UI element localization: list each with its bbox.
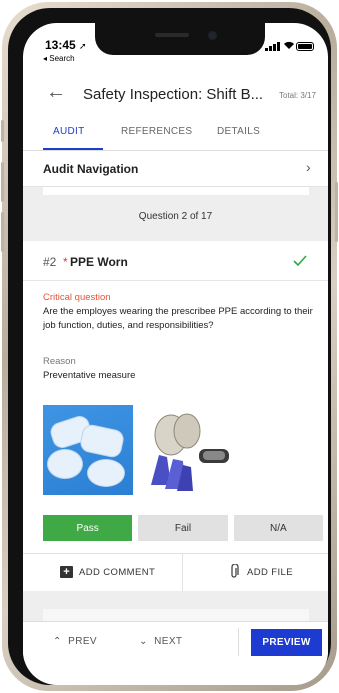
question-header: #2 * PPE Worn — [23, 241, 328, 281]
bottom-navigation: ⌃ PREV ⌄ NEXT PREVIEW — [23, 621, 328, 661]
next-button[interactable]: ⌄ NEXT — [139, 636, 182, 647]
speaker-grille — [155, 33, 189, 37]
chevron-up-icon: ⌃ — [53, 636, 62, 647]
question-title: PPE Worn — [70, 255, 128, 269]
question-number: #2 — [43, 255, 57, 269]
phone-screen: 13:45 ➚ ◂ Search ← Safety Inspection: Sh… — [23, 23, 328, 685]
tab-audit[interactable]: AUDIT — [53, 126, 85, 137]
tab-details[interactable]: DETAILS — [217, 126, 260, 137]
question-text: Are the employes wearing the prescribee … — [43, 306, 313, 331]
checkmark-icon — [293, 254, 307, 269]
audit-navigation-row[interactable]: Audit Navigation › — [23, 151, 328, 187]
page-title: Safety Inspection: Shift B... — [83, 86, 264, 103]
back-to-search-link[interactable]: ◂ Search — [43, 54, 75, 63]
tab-references[interactable]: REFERENCES — [121, 126, 192, 137]
preview-button[interactable]: PREVIEW — [251, 629, 322, 656]
reason-label: Reason — [43, 356, 76, 367]
divider — [182, 554, 183, 592]
question-counter-band: Question 2 of 17 — [23, 187, 328, 241]
previous-card-edge — [43, 187, 309, 195]
question-counter: Question 2 of 17 — [138, 211, 213, 222]
app-header: ← Safety Inspection: Shift B... Total: 3… — [23, 75, 328, 115]
total-progress: Total: 3/17 — [279, 91, 316, 100]
fail-button[interactable]: Fail — [138, 515, 228, 541]
add-comment-icon: + — [60, 566, 73, 578]
tab-bar: AUDIT REFERENCES DETAILS — [23, 115, 328, 151]
critical-question-label: Critical question — [43, 292, 111, 303]
cellular-signal-icon — [265, 42, 280, 51]
prev-button[interactable]: ⌃ PREV — [53, 636, 97, 647]
audit-navigation-label: Audit Navigation — [43, 162, 139, 176]
wifi-icon — [283, 40, 295, 53]
ppe-equipment-image[interactable] — [141, 405, 235, 495]
notch — [95, 23, 265, 55]
add-file-button[interactable]: ADD FILE — [247, 567, 293, 578]
attachment-actions: + ADD COMMENT ADD FILE — [23, 553, 328, 592]
pass-button[interactable]: Pass — [43, 515, 133, 541]
chevron-right-icon: › — [306, 159, 311, 175]
divider — [238, 628, 239, 656]
front-camera — [208, 31, 217, 40]
add-comment-button[interactable]: ADD COMMENT — [79, 567, 155, 578]
required-marker: * — [63, 255, 68, 269]
mute-switch — [1, 120, 4, 142]
na-button[interactable]: N/A — [233, 515, 323, 541]
location-icon: ➚ — [79, 41, 87, 51]
volume-down-button — [1, 212, 4, 252]
back-arrow-icon[interactable]: ← — [46, 81, 66, 104]
phone-frame: 13:45 ➚ ◂ Search ← Safety Inspection: Sh… — [1, 2, 338, 691]
status-time: 13:45 ➚ — [45, 38, 87, 52]
power-button — [335, 182, 338, 242]
volume-up-button — [1, 162, 4, 202]
battery-icon — [296, 42, 314, 51]
active-tab-indicator — [43, 148, 103, 150]
paperclip-icon — [230, 563, 239, 582]
answer-options: Pass Fail N/A — [43, 515, 323, 541]
chevron-down-icon: ⌄ — [139, 636, 148, 647]
face-masks-image[interactable] — [43, 405, 133, 495]
phone-bezel: 13:45 ➚ ◂ Search ← Safety Inspection: Sh… — [8, 8, 331, 685]
reason-value: Preventative measure — [43, 370, 136, 381]
